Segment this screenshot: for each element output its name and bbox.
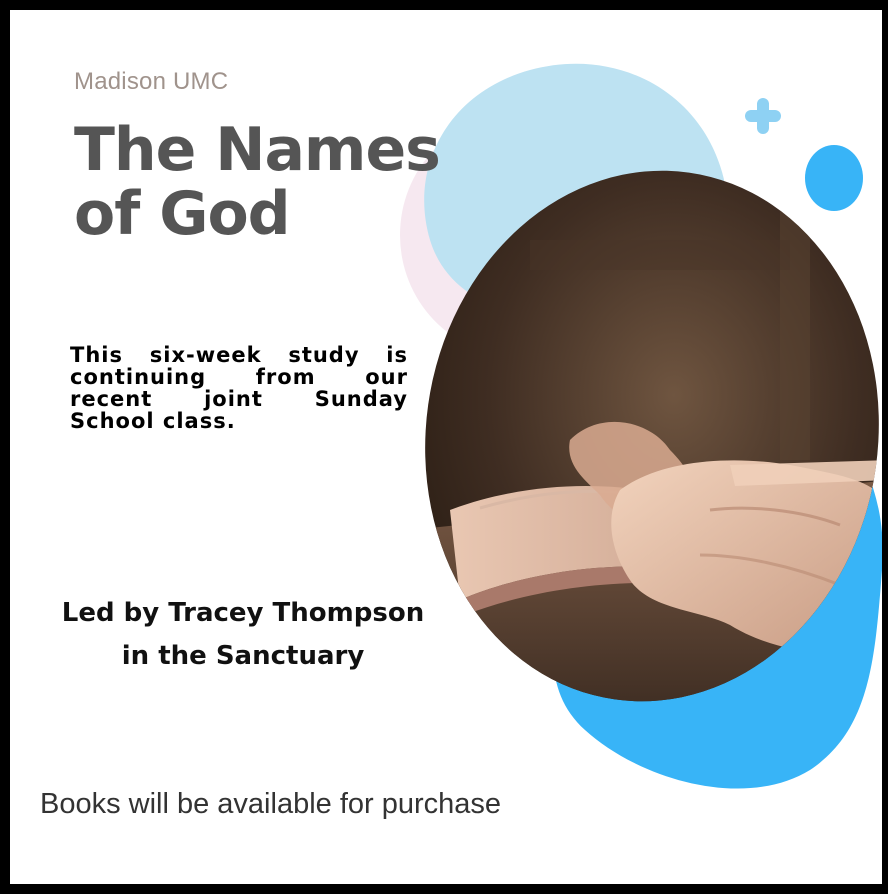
organization-name: Madison UMC (74, 68, 229, 95)
title-line-2: of God (74, 179, 291, 249)
title-line-1: The Names (74, 115, 441, 185)
event-poster: Madison UMC The Names of God This six-we… (0, 0, 888, 894)
page-title: The Names of God (74, 115, 441, 249)
blue-dot-icon (805, 145, 863, 211)
plus-icon (745, 98, 781, 134)
leader-line-1: Led by Tracey Thompson (61, 598, 425, 628)
study-description: This six-week study is continuing from o… (70, 343, 408, 433)
footer-note: Books will be available for purchase (40, 788, 502, 820)
leader-line-2: in the Sanctuary (121, 641, 365, 671)
leader-info: Led by Tracey Thompson in the Sanctuary (26, 592, 460, 678)
